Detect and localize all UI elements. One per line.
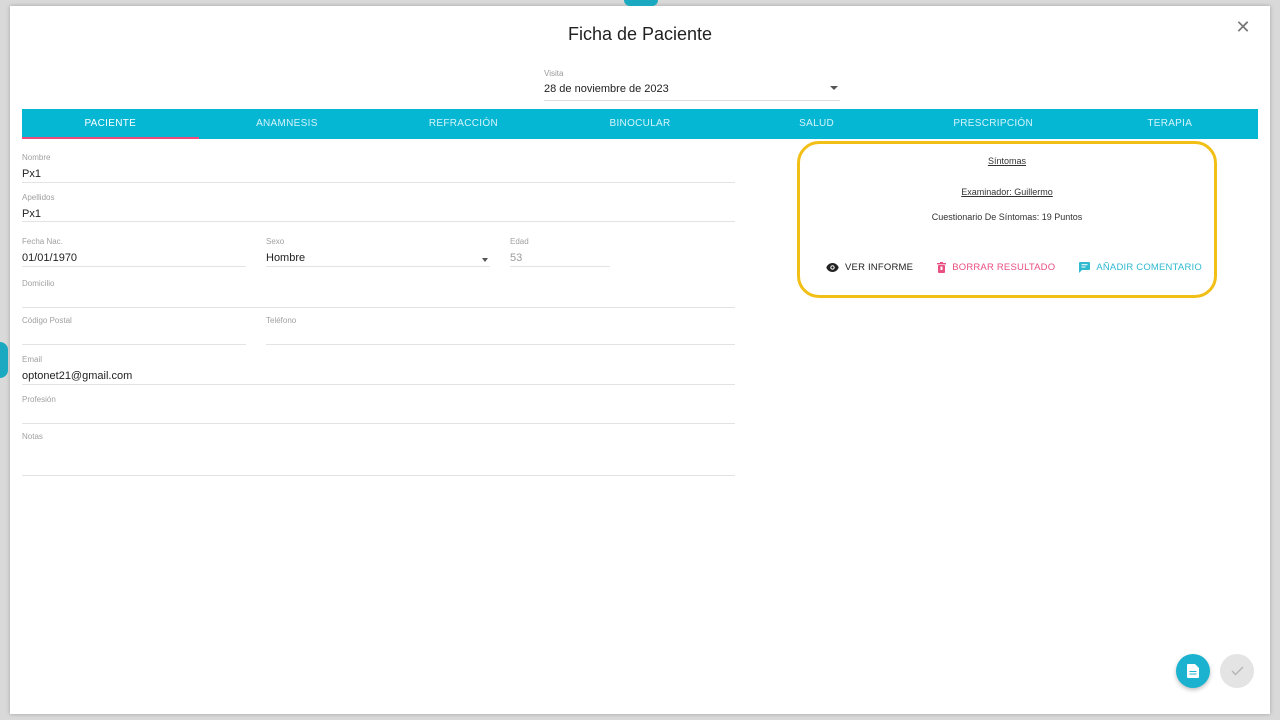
result-actions: VER INFORME BORRAR RESULTADO AÑADIR COME… [826,262,1202,273]
codigo-postal-label: Código Postal [22,316,72,325]
apellidos-value: Px1 [22,208,41,220]
dialog-title: Ficha de Paciente [567,24,713,44]
result-examiner: Examinador: Guillermo [961,187,1053,197]
add-comment-label: AÑADIR COMENTARIO [1096,262,1202,273]
profesion-field[interactable]: Profesión [22,395,735,424]
tab-paciente[interactable]: PACIENTE [22,109,199,139]
sexo-label: Sexo [266,237,285,246]
visit-value: 28 de noviembre de 2023 [544,83,669,95]
apellidos-field[interactable]: Apellidos Px1 [22,193,735,222]
patient-dialog: Ficha de Paciente ✕ Visita 28 de noviemb… [10,6,1270,714]
fecha-nac-label: Fecha Nac. [22,237,63,246]
email-label: Email [22,355,43,364]
delete-result-button[interactable]: BORRAR RESULTADO [937,262,1055,273]
tab-refraccion[interactable]: REFRACCIÓN [375,109,552,139]
report-fab-button[interactable] [1176,654,1210,688]
edad-value: 53 [510,252,523,264]
confirm-fab-button[interactable] [1220,654,1254,688]
codigo-postal-field[interactable]: Código Postal [22,316,246,345]
view-report-button[interactable]: VER INFORME [826,262,913,273]
symptoms-result-card: Síntomas Examinador: Guillermo Cuestiona… [797,141,1217,298]
decorative-notch-left [0,342,8,378]
tab-prescripcion[interactable]: PRESCRIPCIÓN [905,109,1082,139]
telefono-label: Teléfono [266,316,297,325]
document-icon [1187,664,1199,678]
add-comment-button[interactable]: AÑADIR COMENTARIO [1079,262,1202,273]
trash-icon [937,262,947,273]
email-value: optonet21@gmail.com [22,370,133,382]
caret-down-icon [830,86,838,90]
edad-field: Edad 53 [510,237,610,267]
comment-icon [1079,262,1091,273]
fecha-nac-field[interactable]: Fecha Nac. 01/01/1970 [22,237,246,267]
eye-icon [826,263,839,272]
notas-label: Notas [22,432,43,441]
decorative-notch-top [624,0,658,6]
close-icon[interactable]: ✕ [1232,16,1254,38]
tab-terapia[interactable]: TERAPIA [1081,109,1258,139]
edad-label: Edad [510,237,529,246]
tab-anamnesis[interactable]: ANAMNESIS [199,109,376,139]
fecha-nac-value: 01/01/1970 [22,252,78,264]
sexo-select[interactable]: Sexo Hombre [266,237,490,267]
notas-field[interactable]: Notas [22,432,735,476]
check-icon [1231,666,1243,676]
visit-select[interactable]: Visita 28 de noviembre de 2023 [544,69,840,101]
telefono-field[interactable]: Teléfono [266,316,735,345]
caret-down-icon [482,258,488,262]
visit-label: Visita [544,69,564,78]
apellidos-label: Apellidos [22,193,55,202]
email-field[interactable]: Email optonet21@gmail.com [22,355,735,385]
tab-bar: PACIENTE ANAMNESIS REFRACCIÓN BINOCULAR … [22,109,1258,139]
profesion-label: Profesión [22,395,56,404]
nombre-field[interactable]: Nombre Px1 [22,153,735,183]
result-title: Síntomas [987,156,1027,166]
delete-result-label: BORRAR RESULTADO [952,262,1056,273]
result-summary: Cuestionario De Síntomas: 19 Puntos [931,212,1083,222]
domicilio-field[interactable]: Domicilio [22,279,735,308]
nombre-label: Nombre [22,153,51,162]
nombre-value: Px1 [22,168,41,180]
tab-salud[interactable]: SALUD [728,109,905,139]
sexo-value: Hombre [266,252,306,264]
view-report-label: VER INFORME [845,262,914,273]
tab-binocular[interactable]: BINOCULAR [552,109,729,139]
domicilio-label: Domicilio [22,279,55,288]
